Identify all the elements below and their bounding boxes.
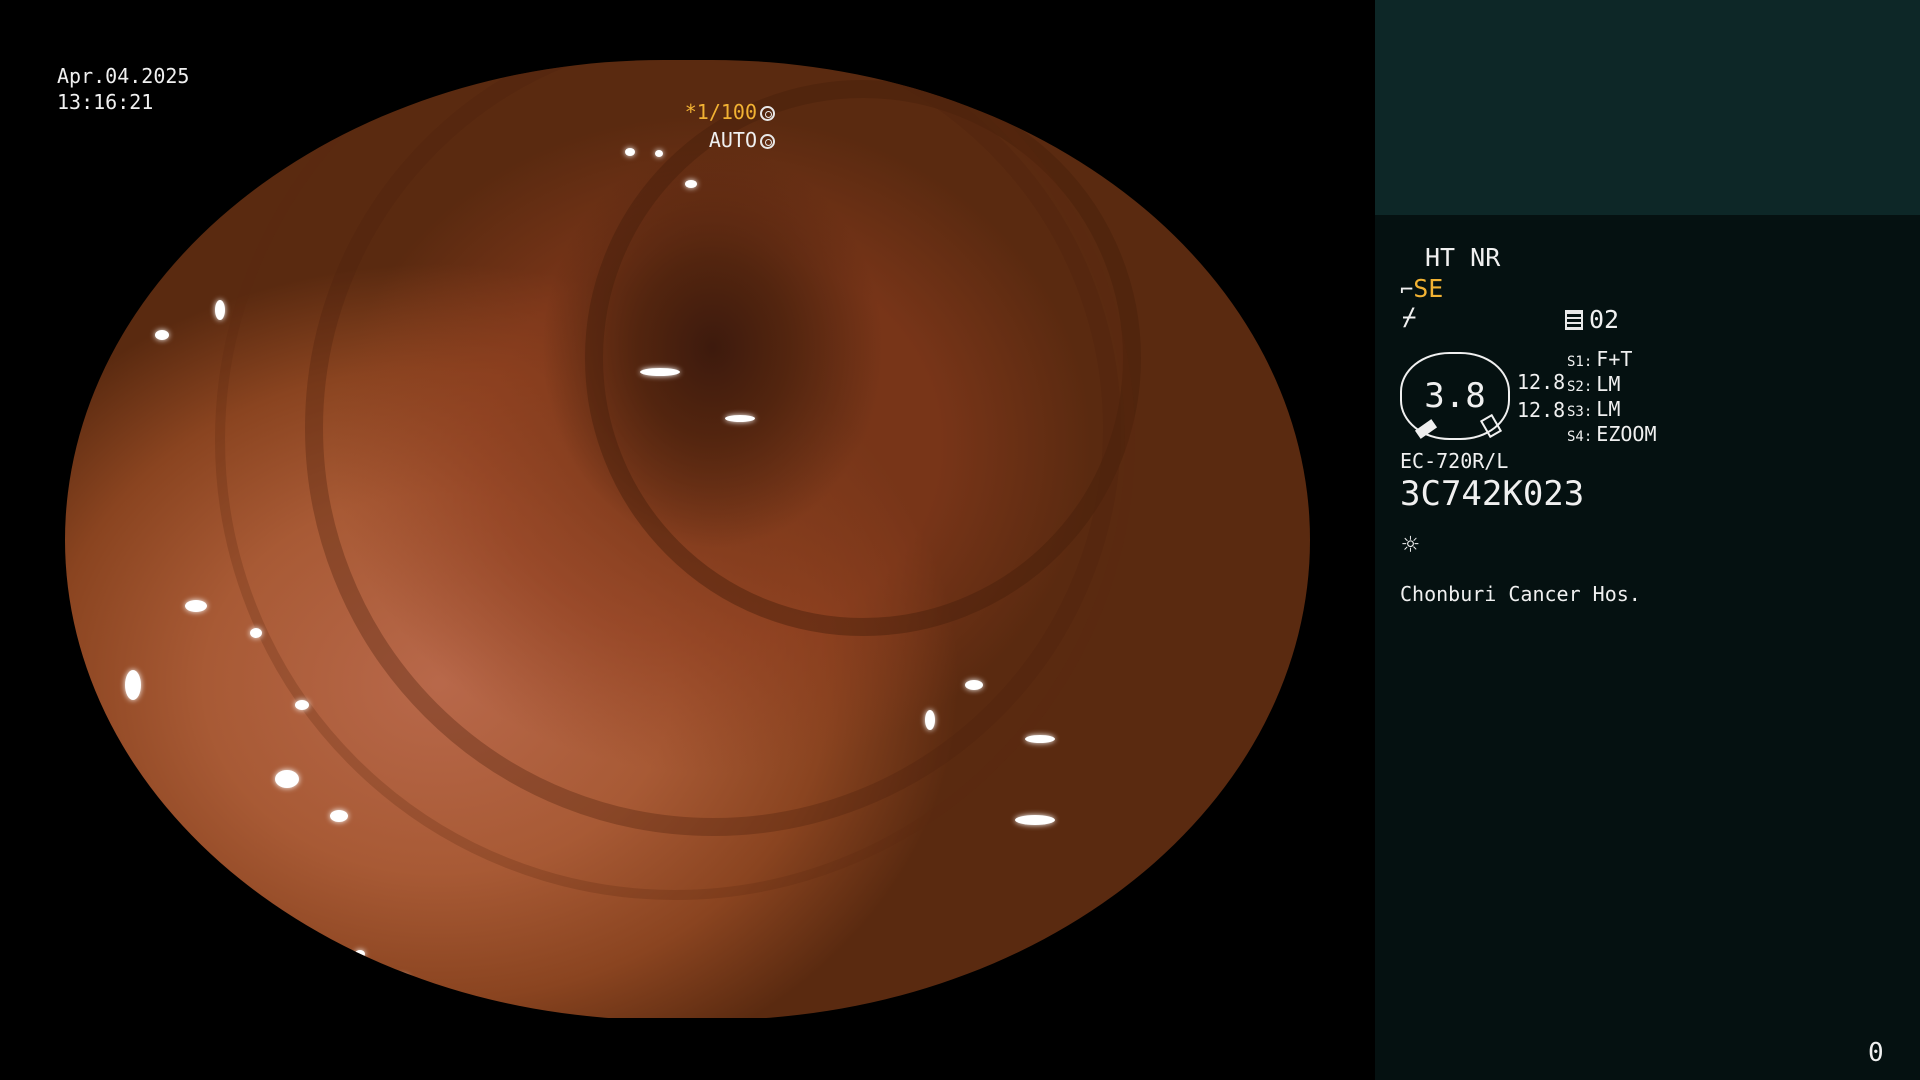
enhance-row: ⌐SE — [1400, 274, 1443, 303]
switch-label: S4: — [1567, 429, 1593, 445]
switch-label: S1: — [1567, 354, 1593, 370]
switch-value: LM — [1596, 397, 1621, 421]
magnification-badge: 3.8 — [1400, 352, 1510, 440]
shutter-icon — [760, 106, 775, 121]
time-text: 13:16:21 — [57, 90, 154, 114]
ht-nr-label: HT NR — [1425, 243, 1501, 272]
scope-enhance-icon: ⌐ — [1400, 278, 1414, 303]
exposure-overlay: *1/100 AUTO — [685, 98, 775, 154]
value-b: 12.8 — [1517, 398, 1566, 422]
light-reflection — [125, 670, 141, 700]
date-text: Apr.04.2025 — [57, 64, 190, 88]
frame-counter: 0 — [1868, 1038, 1884, 1068]
light-reflection — [250, 628, 262, 638]
light-reflection — [215, 300, 225, 320]
memory-number: 02 — [1589, 305, 1620, 334]
value-a: 12.8 — [1517, 370, 1566, 394]
exposure-mode: AUTO — [685, 126, 775, 154]
switch-value: LM — [1596, 372, 1621, 396]
mucosal-fold — [215, 60, 1135, 900]
light-reflection — [155, 330, 169, 340]
light-reflection — [395, 975, 409, 983]
switch-value: F+T — [1596, 347, 1633, 371]
light-reflection — [330, 810, 348, 822]
light-reflection — [275, 770, 299, 788]
mucosal-fold — [305, 60, 1121, 836]
light-reflection — [725, 415, 755, 422]
scope-model: EC-720R/L — [1400, 449, 1509, 473]
enhance-label: SE — [1413, 274, 1444, 303]
memory-row: 02 — [1565, 305, 1619, 334]
light-reflection — [655, 150, 663, 157]
light-reflection — [355, 950, 365, 958]
exposure-mode-text: AUTO — [708, 128, 757, 152]
light-reflection — [185, 600, 207, 612]
light-reflection — [625, 148, 635, 156]
light-off-icon: ⌿ — [1402, 303, 1417, 331]
endoscopic-image — [65, 60, 1310, 1020]
switch-value: EZOOM — [1596, 422, 1657, 446]
switch-label: S2: — [1567, 379, 1593, 395]
endoscope-view: Apr.04.2025 13:16:21 *1/100 AUTO — [0, 0, 1375, 1080]
image-mask-bottom — [0, 1018, 1375, 1080]
auto-icon — [760, 134, 775, 149]
shutter-speed-text: *1/100 — [684, 100, 757, 124]
magnification-value: 3.8 — [1424, 376, 1486, 416]
light-reflection — [640, 368, 680, 376]
light-reflection — [965, 680, 983, 690]
mucosal-fold — [585, 80, 1141, 636]
light-source-icon: ☼ — [1402, 528, 1419, 561]
switch-row-2: S2: LM — [1567, 372, 1620, 396]
switch-row-4: S4: EZOOM — [1567, 422, 1657, 446]
datetime-overlay: Apr.04.2025 13:16:21 — [57, 63, 189, 115]
light-reflection — [685, 180, 697, 188]
light-reflection — [925, 710, 935, 730]
switch-row-3: S3: LM — [1567, 397, 1620, 421]
switch-row-1: S1: F+T — [1567, 347, 1632, 371]
info-panel — [1375, 215, 1920, 1080]
light-reflection — [295, 700, 309, 710]
shutter-speed: *1/100 — [685, 98, 775, 126]
image-mask-top — [0, 0, 1375, 60]
scope-serial: 3C742K023 — [1400, 474, 1585, 514]
memory-icon — [1565, 310, 1583, 330]
light-reflection — [1015, 815, 1055, 825]
light-reflection — [1025, 735, 1055, 743]
switch-label: S3: — [1567, 404, 1593, 420]
info-panel-header — [1375, 0, 1920, 215]
hospital-name: Chonburi Cancer Hos. — [1400, 582, 1641, 606]
